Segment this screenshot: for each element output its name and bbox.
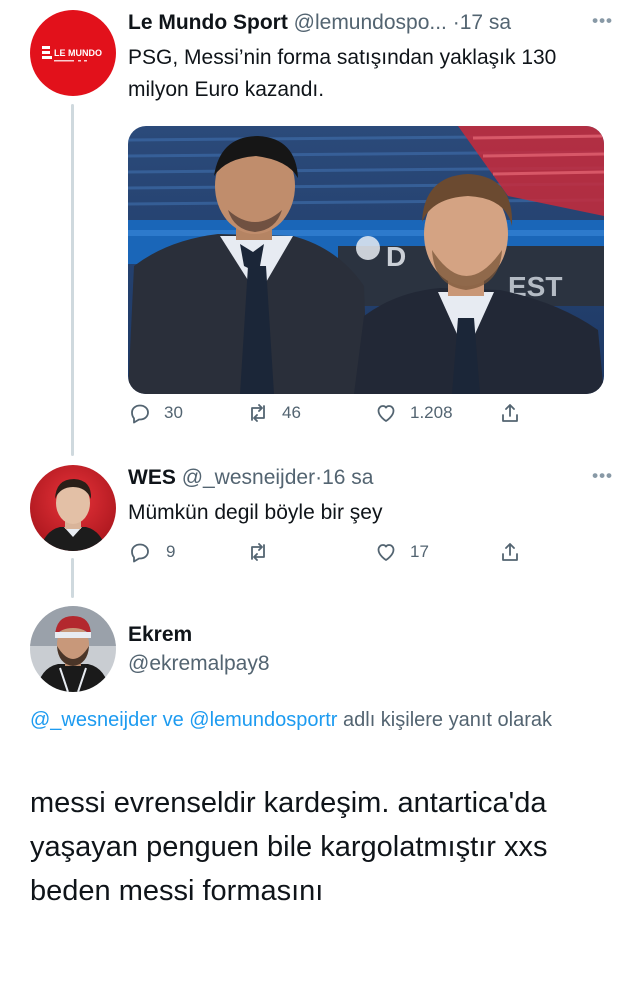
reply-button[interactable]: 9 xyxy=(128,537,175,567)
heart-icon xyxy=(377,544,395,561)
retweet-button[interactable] xyxy=(246,537,282,567)
like-button[interactable]: 1.208 xyxy=(374,398,453,428)
tweet-text: Mümkün degil böyle bir şey xyxy=(128,501,383,524)
reply-suffix: adlı kişilere yanıt olarak xyxy=(343,709,552,731)
timestamp[interactable]: 17 sa xyxy=(460,11,511,34)
avatar-logo-text: LE MUNDO xyxy=(54,48,102,58)
share-icon xyxy=(502,543,518,561)
author-name[interactable]: WES xyxy=(128,466,176,489)
retweet-count: 46 xyxy=(282,403,301,422)
mention-lemundosportr[interactable]: @lemundosportr xyxy=(189,709,337,731)
reply-count: 9 xyxy=(166,542,176,561)
reply-icon xyxy=(131,404,149,424)
separator-dot: · xyxy=(452,11,460,34)
share-button[interactable] xyxy=(498,537,522,567)
mention-wesneijder[interactable]: @_wesneijder xyxy=(30,709,157,731)
author-name[interactable]: Ekrem xyxy=(128,623,192,646)
avatar[interactable]: LE MUNDO xyxy=(30,10,116,96)
share-button[interactable] xyxy=(498,398,522,428)
main-tweet-text: messi evrenseldir kardeşim. antartica'da… xyxy=(30,787,548,907)
svg-text:D: D xyxy=(386,241,406,272)
author-name[interactable]: Le Mundo Sport xyxy=(128,11,288,34)
avatar[interactable] xyxy=(30,465,116,551)
ellipsis-icon[interactable]: ••• xyxy=(592,466,613,486)
tweet-actions: 9 17 xyxy=(128,537,528,567)
reply-button[interactable]: 30 xyxy=(128,398,183,428)
tweet-header: WES @_wesneijder·16 sa xyxy=(128,463,605,493)
reply-context: @_wesneijder ve @lemundosportr adlı kişi… xyxy=(30,703,605,737)
tweet-actions: 30 46 1.208 xyxy=(128,398,528,428)
ellipsis-icon[interactable]: ••• xyxy=(592,11,613,31)
author-handle[interactable]: @_wesneijder xyxy=(182,466,315,489)
main-tweet[interactable]: Ekrem @ekremalpay8 @_wesneijder ve @lemu… xyxy=(0,600,635,983)
tweet-wes[interactable]: WES @_wesneijder·16 sa ••• Mümkün degil … xyxy=(0,463,635,573)
reply-and: ve xyxy=(162,709,184,731)
share-icon xyxy=(502,404,518,422)
tweet-text: PSG, Messi’nin forma satışından yaklaşık… xyxy=(128,46,557,101)
avatar[interactable] xyxy=(30,606,116,692)
like-button[interactable]: 17 xyxy=(374,537,429,567)
like-count: 17 xyxy=(410,542,429,561)
like-count: 1.208 xyxy=(410,403,453,422)
author-handle[interactable]: @ekremalpay8 xyxy=(128,652,270,676)
author-handle[interactable]: @lemundospo... xyxy=(294,11,447,34)
retweet-button[interactable]: 46 xyxy=(246,398,301,428)
retweet-icon xyxy=(251,543,265,561)
reply-icon xyxy=(131,543,149,563)
tweet-header: Le Mundo Sport @lemundospo... ·17 sa xyxy=(128,8,605,38)
heart-icon xyxy=(377,405,395,422)
tweet-lemundo[interactable]: LE MUNDO Le Mundo Sport @lemundospo... ·… xyxy=(0,8,635,448)
retweet-icon xyxy=(251,404,265,422)
tweet-header: Ekrem xyxy=(128,620,605,650)
reply-count: 30 xyxy=(164,403,183,422)
tweet-photo[interactable]: EST D xyxy=(128,126,604,394)
timestamp[interactable]: 16 sa xyxy=(322,466,373,489)
